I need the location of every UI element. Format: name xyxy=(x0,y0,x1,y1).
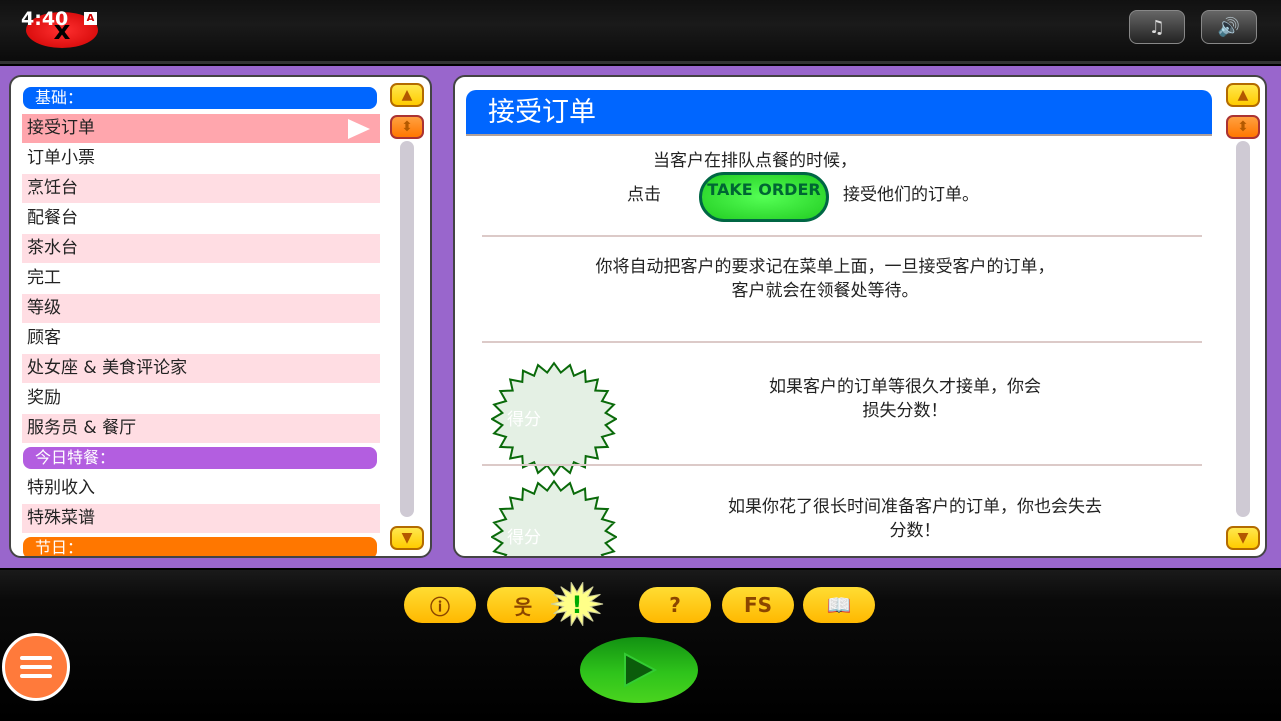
clock: 4:40 xyxy=(21,8,69,30)
status-bar: x 4:40 A ♫ 🔊 xyxy=(0,0,1281,64)
item-label: 奖励 xyxy=(27,388,61,408)
fs-icon: FS xyxy=(743,593,773,617)
text: 损失分数！ xyxy=(862,401,948,421)
scroll-down-button[interactable]: ▼ xyxy=(390,526,424,550)
page-title: 接受订单 xyxy=(466,90,1212,136)
divider xyxy=(482,235,1202,237)
play-button[interactable] xyxy=(580,637,698,703)
scrollbar-track[interactable] xyxy=(1236,141,1250,517)
text: 点击 xyxy=(627,185,661,205)
item-label: 服务员 & 餐厅 xyxy=(27,418,137,438)
item-label: 茶水台 xyxy=(27,238,78,258)
scrollbar-track[interactable] xyxy=(400,141,414,517)
topic-item[interactable]: 奖励 xyxy=(22,384,380,413)
item-label: 配餐台 xyxy=(27,208,78,228)
item-label: 完工 xyxy=(27,268,61,288)
text: 接受他们的订单。 xyxy=(843,185,979,205)
customer-button[interactable]: 웃 xyxy=(487,587,559,623)
topic-item[interactable]: 订单小票 xyxy=(22,144,380,173)
score-starburst-icon: 得分 xyxy=(490,479,618,556)
topic-item[interactable]: 接受订单 xyxy=(22,114,380,143)
selected-arrow-icon xyxy=(348,119,370,139)
score-starburst-icon: 得分 xyxy=(490,361,618,477)
customer-icon: 웃 xyxy=(513,594,533,619)
text: 如果客户的订单等很久才接单，你会 xyxy=(769,377,1041,397)
text: 分数！ xyxy=(889,521,941,541)
divider xyxy=(482,464,1202,466)
topic-item[interactable]: 顾客 xyxy=(22,324,380,353)
topic-item[interactable]: 服务员 & 餐厅 xyxy=(22,414,380,443)
content-panel: 接受订单 当客户在排队点餐的时候， 点击 TAKE ORDER 接受他们的订单。… xyxy=(453,75,1267,558)
svg-text:!: ! xyxy=(572,591,583,619)
info-button[interactable]: ⓘ xyxy=(404,587,476,623)
scroll-up-button[interactable]: ▲ xyxy=(390,83,424,107)
notification-icon: A xyxy=(84,12,97,25)
take-order-button-image: TAKE ORDER xyxy=(699,172,829,222)
burst-label: 得分 xyxy=(507,410,541,430)
item-label: 烹饪台 xyxy=(27,178,78,198)
book-button[interactable]: 📖 xyxy=(803,587,875,623)
topic-item[interactable]: 特殊菜谱 xyxy=(22,504,380,533)
item-label: 等级 xyxy=(27,298,61,318)
topic-item[interactable]: 特别收入 xyxy=(22,474,380,503)
text: 当客户在排队点餐的时候， xyxy=(653,151,857,171)
scroll-thumb[interactable]: ⬍ xyxy=(390,115,424,139)
book-icon: 📖 xyxy=(826,593,852,617)
alert-button[interactable]: ! xyxy=(550,580,604,628)
section-header-basics: 基础： xyxy=(23,87,377,109)
topic-item[interactable]: 烹饪台 xyxy=(22,174,380,203)
scroll-up-button[interactable]: ▲ xyxy=(1226,83,1260,107)
info-icon: ⓘ xyxy=(430,594,450,619)
play-icon xyxy=(624,652,658,688)
topic-item[interactable]: 处女座 & 美食评论家 xyxy=(22,354,380,383)
help-button[interactable]: ? xyxy=(639,587,711,623)
text: 你将自动把客户的要求记在菜单上面，一旦接受客户的订单， xyxy=(595,257,1055,277)
item-label: 订单小票 xyxy=(27,148,95,168)
sound-toggle-button[interactable]: 🔊 xyxy=(1201,10,1257,44)
section-header-holidays: 节日： xyxy=(23,537,377,556)
alert-icon: ! xyxy=(550,580,604,628)
topic-item[interactable]: 等级 xyxy=(22,294,380,323)
music-toggle-button[interactable]: ♫ xyxy=(1129,10,1185,44)
item-label: 处女座 & 美食评论家 xyxy=(27,358,188,378)
burst-label: 得分 xyxy=(507,528,541,548)
text: 如果你花了很长时间准备客户的订单，你也会失去 xyxy=(728,497,1102,517)
item-label: 顾客 xyxy=(27,328,61,348)
section-header-specials: 今日特餐： xyxy=(23,447,377,469)
bottom-toolbar: ⓘ 웃? FS 📖! xyxy=(0,570,1281,721)
text: 客户就会在领餐处等待。 xyxy=(731,281,919,301)
guide-area: 基础： 今日特餐： 节日： ▲ ⬍ ▼ 接受订单订单小票烹饪台配餐台茶水台完工等… xyxy=(0,66,1281,568)
topic-item[interactable]: 配餐台 xyxy=(22,204,380,233)
topic-item[interactable]: 茶水台 xyxy=(22,234,380,263)
item-label: 接受订单 xyxy=(27,118,95,138)
menu-button[interactable] xyxy=(2,633,70,701)
fs-button[interactable]: FS xyxy=(722,587,794,623)
topic-item[interactable]: 完工 xyxy=(22,264,380,293)
divider xyxy=(482,341,1202,343)
scroll-thumb[interactable]: ⬍ xyxy=(1226,115,1260,139)
topic-list-panel: 基础： 今日特餐： 节日： ▲ ⬍ ▼ 接受订单订单小票烹饪台配餐台茶水台完工等… xyxy=(9,75,432,558)
scroll-down-button[interactable]: ▼ xyxy=(1226,526,1260,550)
item-label: 特殊菜谱 xyxy=(27,508,95,528)
item-label: 特别收入 xyxy=(27,478,95,498)
help-icon: ? xyxy=(669,593,681,617)
